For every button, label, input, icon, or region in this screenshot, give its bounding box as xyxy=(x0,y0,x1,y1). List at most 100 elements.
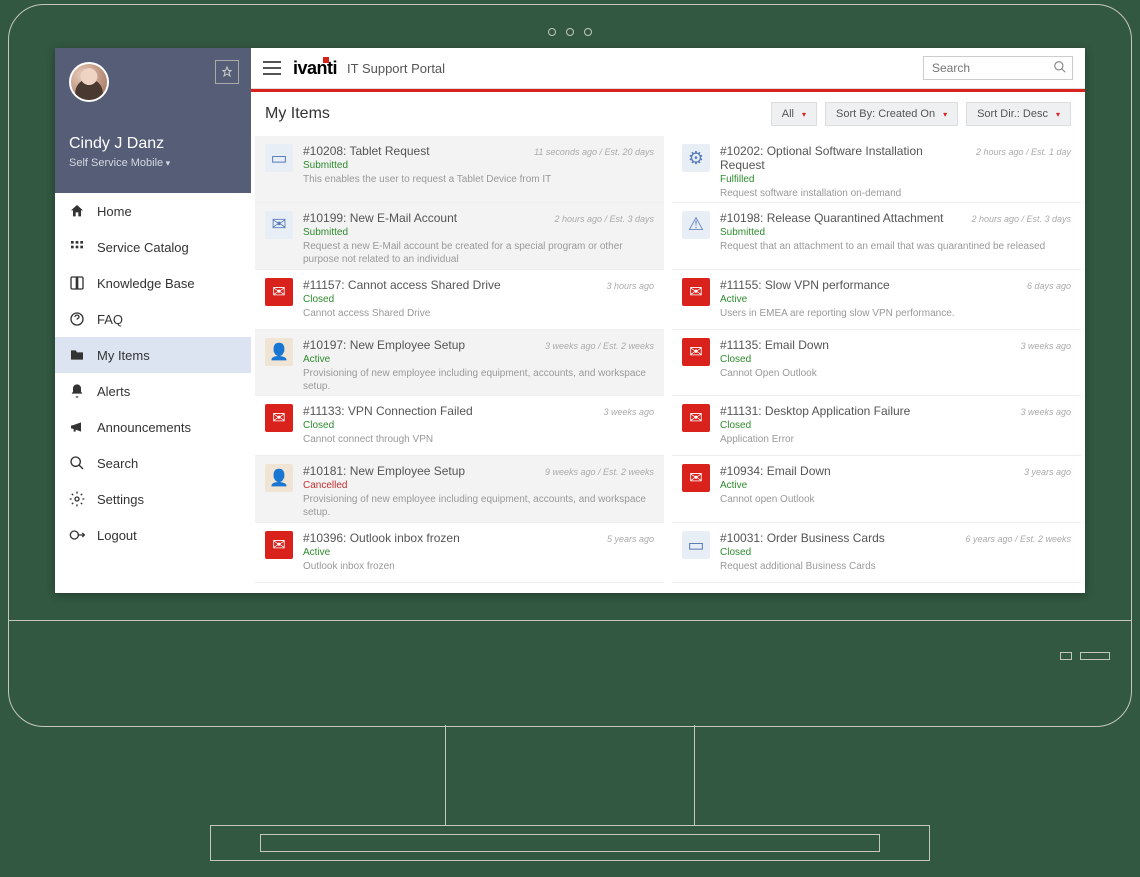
item-title: #11155: Slow VPN performance xyxy=(720,278,1021,292)
profile-block: Cindy J Danz Self Service Mobile xyxy=(55,48,251,193)
nav-item-home[interactable]: Home xyxy=(55,193,251,229)
item-title: #10197: New Employee Setup xyxy=(303,338,539,352)
item-row[interactable]: ✉#10934: Email Down3 years agoActiveCann… xyxy=(672,456,1081,523)
item-type-icon: ✉ xyxy=(265,404,293,432)
item-body: #11135: Email Down3 weeks agoClosedCanno… xyxy=(720,338,1071,388)
faq-icon xyxy=(69,311,85,327)
portal-title: IT Support Portal xyxy=(347,61,445,76)
nav-item-catalog[interactable]: Service Catalog xyxy=(55,229,251,265)
folder-icon xyxy=(69,347,85,363)
item-desc: Application Error xyxy=(720,433,1071,446)
item-time: 9 weeks ago / Est. 2 weeks xyxy=(545,467,654,477)
item-time: 3 weeks ago xyxy=(603,407,654,417)
item-title: #11133: VPN Connection Failed xyxy=(303,404,597,418)
nav-label: FAQ xyxy=(97,312,123,327)
item-body: #10934: Email Down3 years agoActiveCanno… xyxy=(720,464,1071,514)
items-grid: ▭#10208: Tablet Request11 seconds ago / … xyxy=(251,136,1085,593)
item-status: Closed xyxy=(303,420,654,431)
item-row[interactable]: ✉ #11133: VPN Connection Failed 3 weeks ag… xyxy=(255,396,664,456)
logout-icon xyxy=(69,527,85,543)
item-row[interactable]: ✉#10199: New E-Mail Account2 hours ago /… xyxy=(255,203,664,270)
item-time: 2 hours ago / Est. 1 day xyxy=(976,147,1071,157)
item-desc: Provisioning of new employee including e… xyxy=(303,367,654,393)
item-title: #10396: Outlook inbox frozen xyxy=(303,531,601,545)
camera-dots xyxy=(548,28,592,36)
item-row[interactable]: ▭#10031: Order Business Cards6 years ago… xyxy=(672,523,1081,583)
search-input[interactable] xyxy=(923,56,1073,80)
item-type-icon: ✉ xyxy=(682,338,710,366)
item-type-icon: ✉ xyxy=(265,211,293,239)
item-title: #10934: Email Down xyxy=(720,464,1018,478)
nav-item-gear[interactable]: Settings xyxy=(55,481,251,517)
filter-sortdir[interactable]: Sort Dir.: Desc xyxy=(966,102,1071,126)
item-status: Active xyxy=(720,294,1071,305)
book-icon xyxy=(69,275,85,291)
item-body: #11155: Slow VPN performance 6 days ago Ac… xyxy=(720,278,1071,321)
item-time: 3 years ago xyxy=(1024,467,1071,477)
filter-sortby[interactable]: Sort By: Created On xyxy=(825,102,958,126)
avatar[interactable] xyxy=(69,62,109,102)
nav-item-logout[interactable]: Logout xyxy=(55,517,251,553)
item-body: #11133: VPN Connection Failed 3 weeks ago… xyxy=(303,404,654,447)
page-header: My Items All Sort By: Created On Sort Di… xyxy=(251,92,1085,136)
filter-scope[interactable]: All xyxy=(771,102,817,126)
item-title: #10198: Release Quarantined Attachment xyxy=(720,211,965,225)
nav-item-folder[interactable]: My Items xyxy=(55,337,251,373)
item-row[interactable]: ⚠#10198: Release Quarantined Attachment2… xyxy=(672,203,1081,270)
item-body: #10198: Release Quarantined Attachment2 … xyxy=(720,211,1071,261)
item-status: Cancelled xyxy=(303,480,654,491)
item-row[interactable]: ✉#11157: Cannot access Shared Drive3 hou… xyxy=(255,270,664,330)
sidebar: Cindy J Danz Self Service Mobile Home Ser… xyxy=(55,48,251,593)
item-type-icon: 👤 xyxy=(265,338,293,366)
item-time: 11 seconds ago / Est. 20 days xyxy=(534,147,654,157)
item-status: Closed xyxy=(720,420,1071,431)
item-type-icon: ✉ xyxy=(265,531,293,559)
item-desc: Cannot access Shared Drive xyxy=(303,307,654,320)
monitor-base xyxy=(210,825,930,861)
pin-button[interactable] xyxy=(215,60,239,84)
item-row[interactable]: ✉ #11135: Email Down3 weeks agoClosedCann… xyxy=(672,330,1081,397)
brand-logo: ivanti xyxy=(293,58,337,79)
menu-button[interactable] xyxy=(263,61,283,75)
item-desc: Request additional Business Cards xyxy=(720,560,1071,573)
item-status: Submitted xyxy=(303,160,654,171)
item-status: Active xyxy=(720,480,1071,491)
item-status: Submitted xyxy=(720,227,1071,238)
item-row[interactable]: 👤#10181: New Employee Setup9 weeks ago /… xyxy=(255,456,664,523)
item-status: Fulfilled xyxy=(720,174,1071,185)
item-row[interactable]: ▭#10208: Tablet Request11 seconds ago / … xyxy=(255,136,664,203)
item-time: 6 days ago xyxy=(1027,281,1071,291)
item-time: 3 weeks ago xyxy=(1020,407,1071,417)
megaphone-icon xyxy=(69,419,85,435)
item-desc: Request a new E-Mail account be created … xyxy=(303,240,654,266)
search-icon[interactable] xyxy=(1053,60,1067,74)
nav-item-book[interactable]: Knowledge Base xyxy=(55,265,251,301)
item-desc: Request that an attachment to an email t… xyxy=(720,240,1071,253)
item-body: #10181: New Employee Setup9 weeks ago / … xyxy=(303,464,654,514)
nav-item-megaphone[interactable]: Announcements xyxy=(55,409,251,445)
item-title: #10199: New E-Mail Account xyxy=(303,211,548,225)
item-desc: Cannot connect through VPN xyxy=(303,433,654,446)
item-row[interactable]: 👤#10197: New Employee Setup3 weeks ago /… xyxy=(255,330,664,397)
item-status: Closed xyxy=(720,547,1071,558)
nav-item-faq[interactable]: FAQ xyxy=(55,301,251,337)
item-row[interactable]: ⚙#10202: Optional Software Installation … xyxy=(672,136,1081,203)
main-area: ivanti IT Support Portal My Items All So… xyxy=(251,48,1085,593)
nav-item-bell[interactable]: Alerts xyxy=(55,373,251,409)
gear-icon xyxy=(69,491,85,507)
topbar: ivanti IT Support Portal xyxy=(251,48,1085,89)
item-body: #11131: Desktop Application Failure3 wee… xyxy=(720,404,1071,447)
item-type-icon: ✉ xyxy=(682,464,710,492)
nav-label: Home xyxy=(97,204,132,219)
item-type-icon: ▭ xyxy=(265,144,293,172)
item-row[interactable]: ✉#11155: Slow VPN performance6 days agoA… xyxy=(672,270,1081,330)
item-row[interactable]: ✉ #10396: Outlook inbox frozen5 years ago… xyxy=(255,523,664,583)
item-row[interactable]: ✉#11131: Desktop Application Failure3 we… xyxy=(672,396,1081,456)
item-body: #10396: Outlook inbox frozen5 years agoA… xyxy=(303,531,654,574)
bell-icon xyxy=(69,383,85,399)
item-time: 3 weeks ago xyxy=(1020,341,1071,351)
nav-label: Announcements xyxy=(97,420,191,435)
item-desc: Request software installation on-demand xyxy=(720,187,1071,200)
role-selector[interactable]: Self Service Mobile xyxy=(69,157,237,169)
nav-item-search[interactable]: Search xyxy=(55,445,251,481)
